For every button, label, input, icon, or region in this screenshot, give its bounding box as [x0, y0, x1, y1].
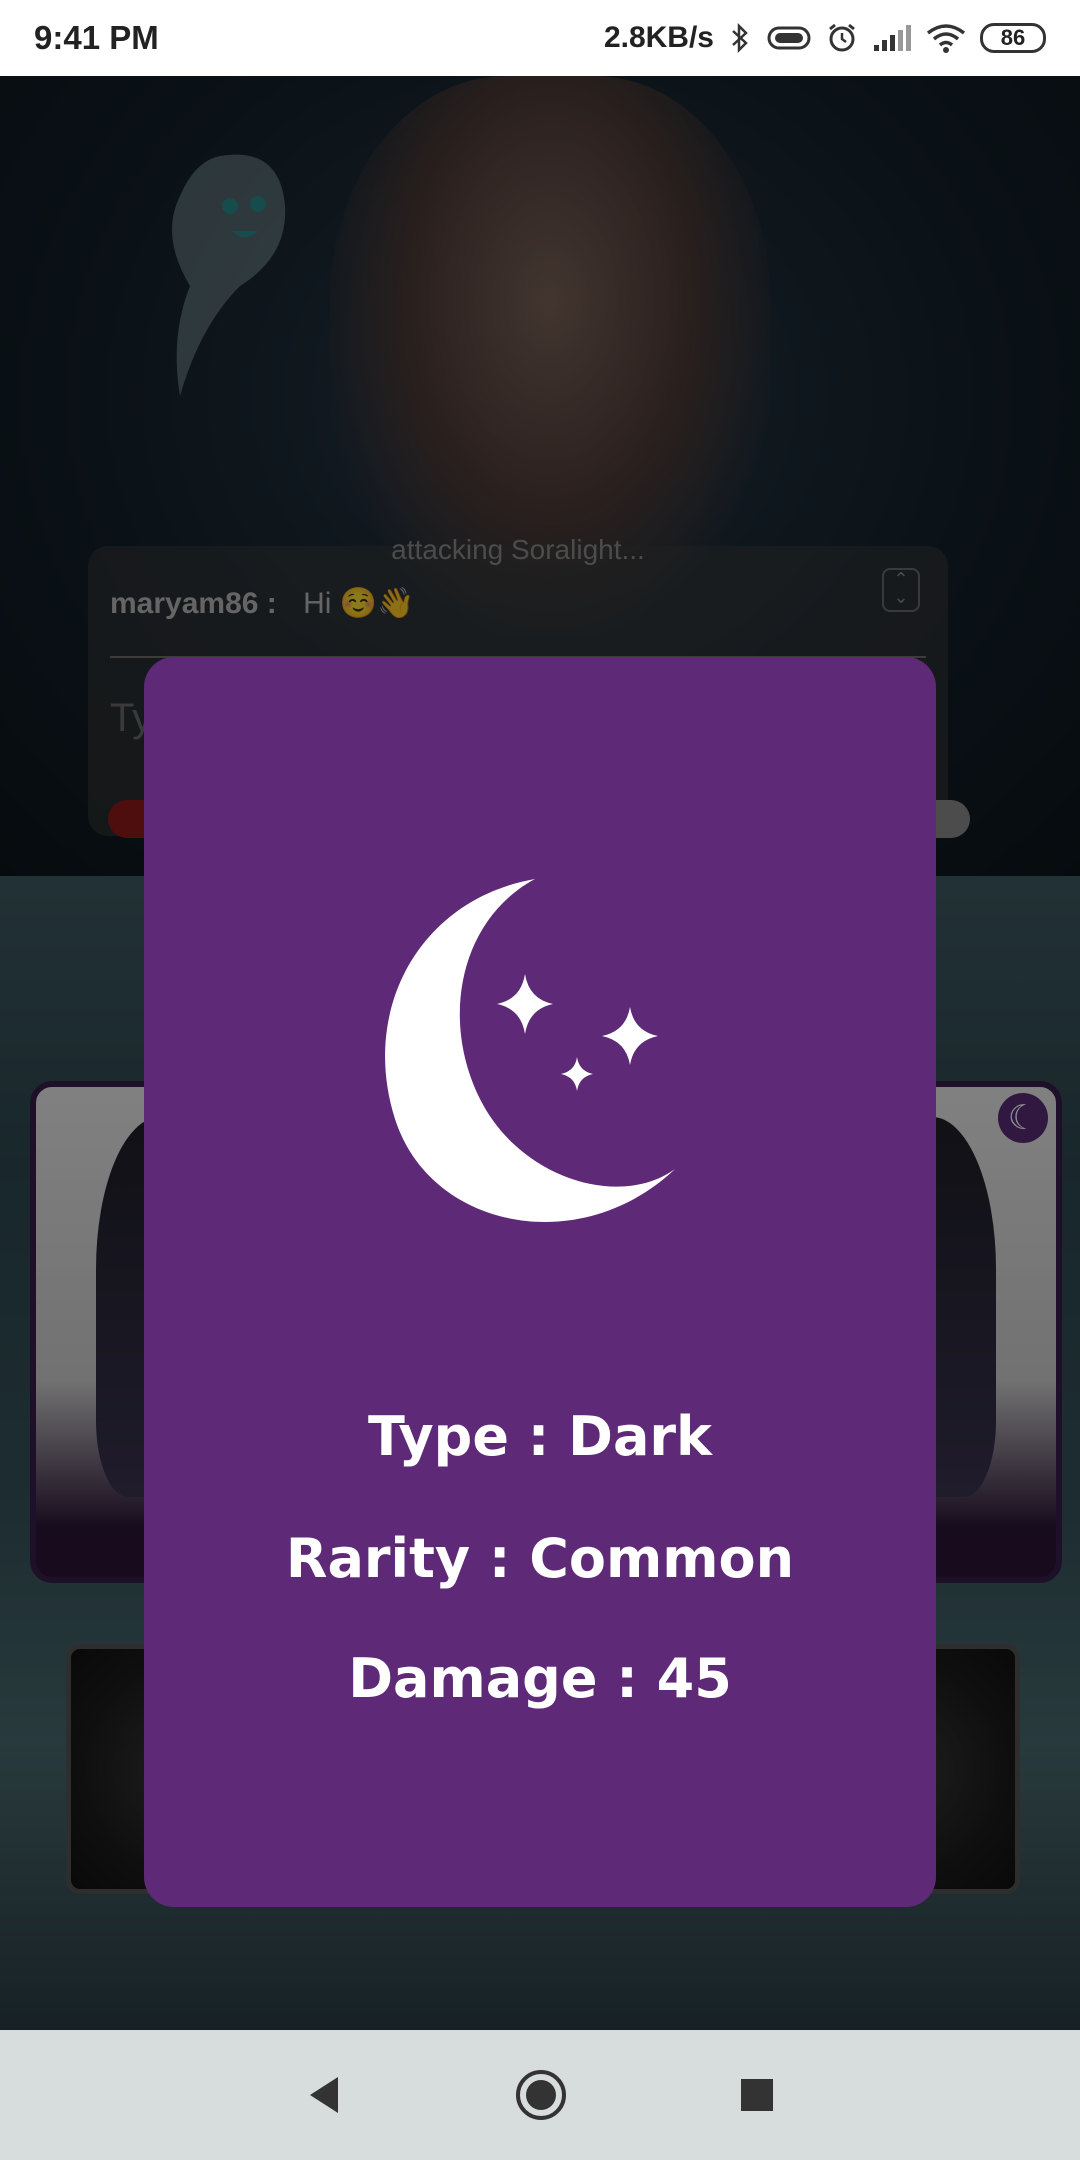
- network-speed: 2.8KB/s: [603, 21, 714, 54]
- navigation-bar: [0, 2030, 1080, 2160]
- status-bar: 9:41 PM 2.8KB/s 86: [0, 0, 1080, 76]
- wifi-icon: [926, 24, 966, 53]
- home-icon[interactable]: [514, 2068, 568, 2122]
- card-damage-label: Damage : 45: [348, 1647, 732, 1710]
- moon-stars-icon: [385, 879, 675, 1222]
- back-icon[interactable]: [304, 2073, 344, 2117]
- alarm-icon: [829, 23, 855, 52]
- card-type-label: Type : Dark: [368, 1405, 712, 1468]
- recents-icon[interactable]: [738, 2076, 776, 2114]
- signal-icon: [874, 25, 911, 51]
- status-time: 9:41 PM: [34, 19, 159, 56]
- status-icons: 2.8KB/s 86: [604, 21, 1046, 55]
- battery-icon: 86: [980, 23, 1046, 53]
- card-info-dialog[interactable]: Type : Dark Rarity : Common Damage : 45: [144, 657, 936, 1907]
- card-rarity-label: Rarity : Common: [285, 1527, 795, 1590]
- vibrate-icon: [767, 26, 811, 50]
- bluetooth-icon: [732, 23, 748, 53]
